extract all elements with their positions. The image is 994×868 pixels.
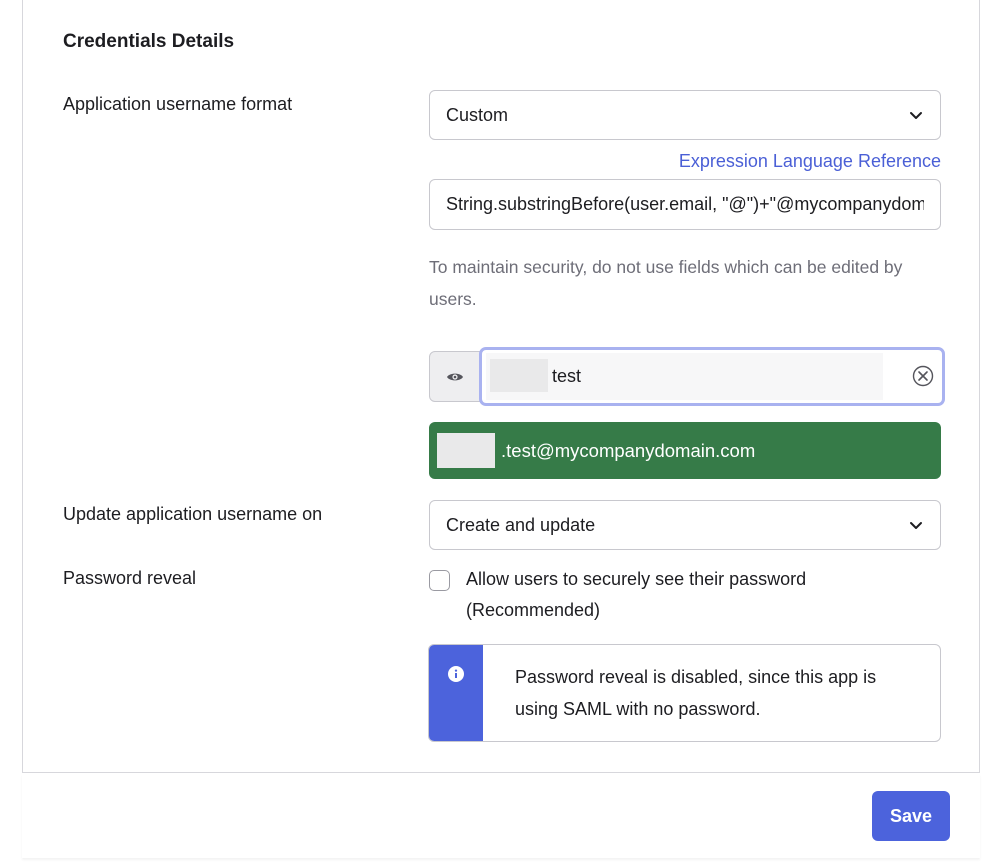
- username-format-label: Application username format: [63, 94, 293, 114]
- password-reveal-checkbox-label[interactable]: Allow users to securely see their passwo…: [466, 564, 906, 626]
- username-preview: [429, 347, 945, 406]
- username-format-select[interactable]: Custom: [429, 90, 941, 140]
- preview-toggle-button[interactable]: [429, 351, 481, 402]
- username-format-selected: Custom: [446, 104, 509, 125]
- eye-icon: [447, 373, 463, 380]
- info-icon: [448, 666, 464, 682]
- chevron-down-icon: [910, 522, 922, 529]
- info-message: Password reveal is disabled, since this …: [515, 667, 877, 719]
- expression-language-reference-link[interactable]: Expression Language Reference: [679, 151, 941, 172]
- close-icon: [912, 365, 934, 387]
- security-hint: To maintain security, do not use fields …: [429, 257, 903, 309]
- expression-input[interactable]: [429, 179, 941, 230]
- update-on-select[interactable]: Create and update: [429, 500, 941, 550]
- password-reveal-label: Password reveal: [63, 568, 197, 588]
- password-reveal-checkbox[interactable]: [429, 570, 450, 591]
- save-button[interactable]: Save: [872, 791, 950, 841]
- preview-result-text: .test@mycompanydomain.com: [501, 439, 756, 461]
- preview-result: .test@mycompanydomain.com: [429, 422, 941, 479]
- info-callout-bar: [429, 645, 483, 741]
- redacted-block: [490, 359, 548, 392]
- footer-bar: [22, 774, 980, 858]
- chevron-down-icon: [910, 112, 922, 119]
- clear-button[interactable]: [910, 363, 936, 389]
- section-title: Credentials Details: [63, 31, 235, 52]
- update-on-label: Update application username on: [63, 504, 323, 524]
- info-callout: Password reveal is disabled, since this …: [428, 644, 941, 742]
- preview-user-field: [479, 347, 945, 406]
- redacted-block: [437, 433, 495, 468]
- update-on-selected: Create and update: [446, 514, 596, 535]
